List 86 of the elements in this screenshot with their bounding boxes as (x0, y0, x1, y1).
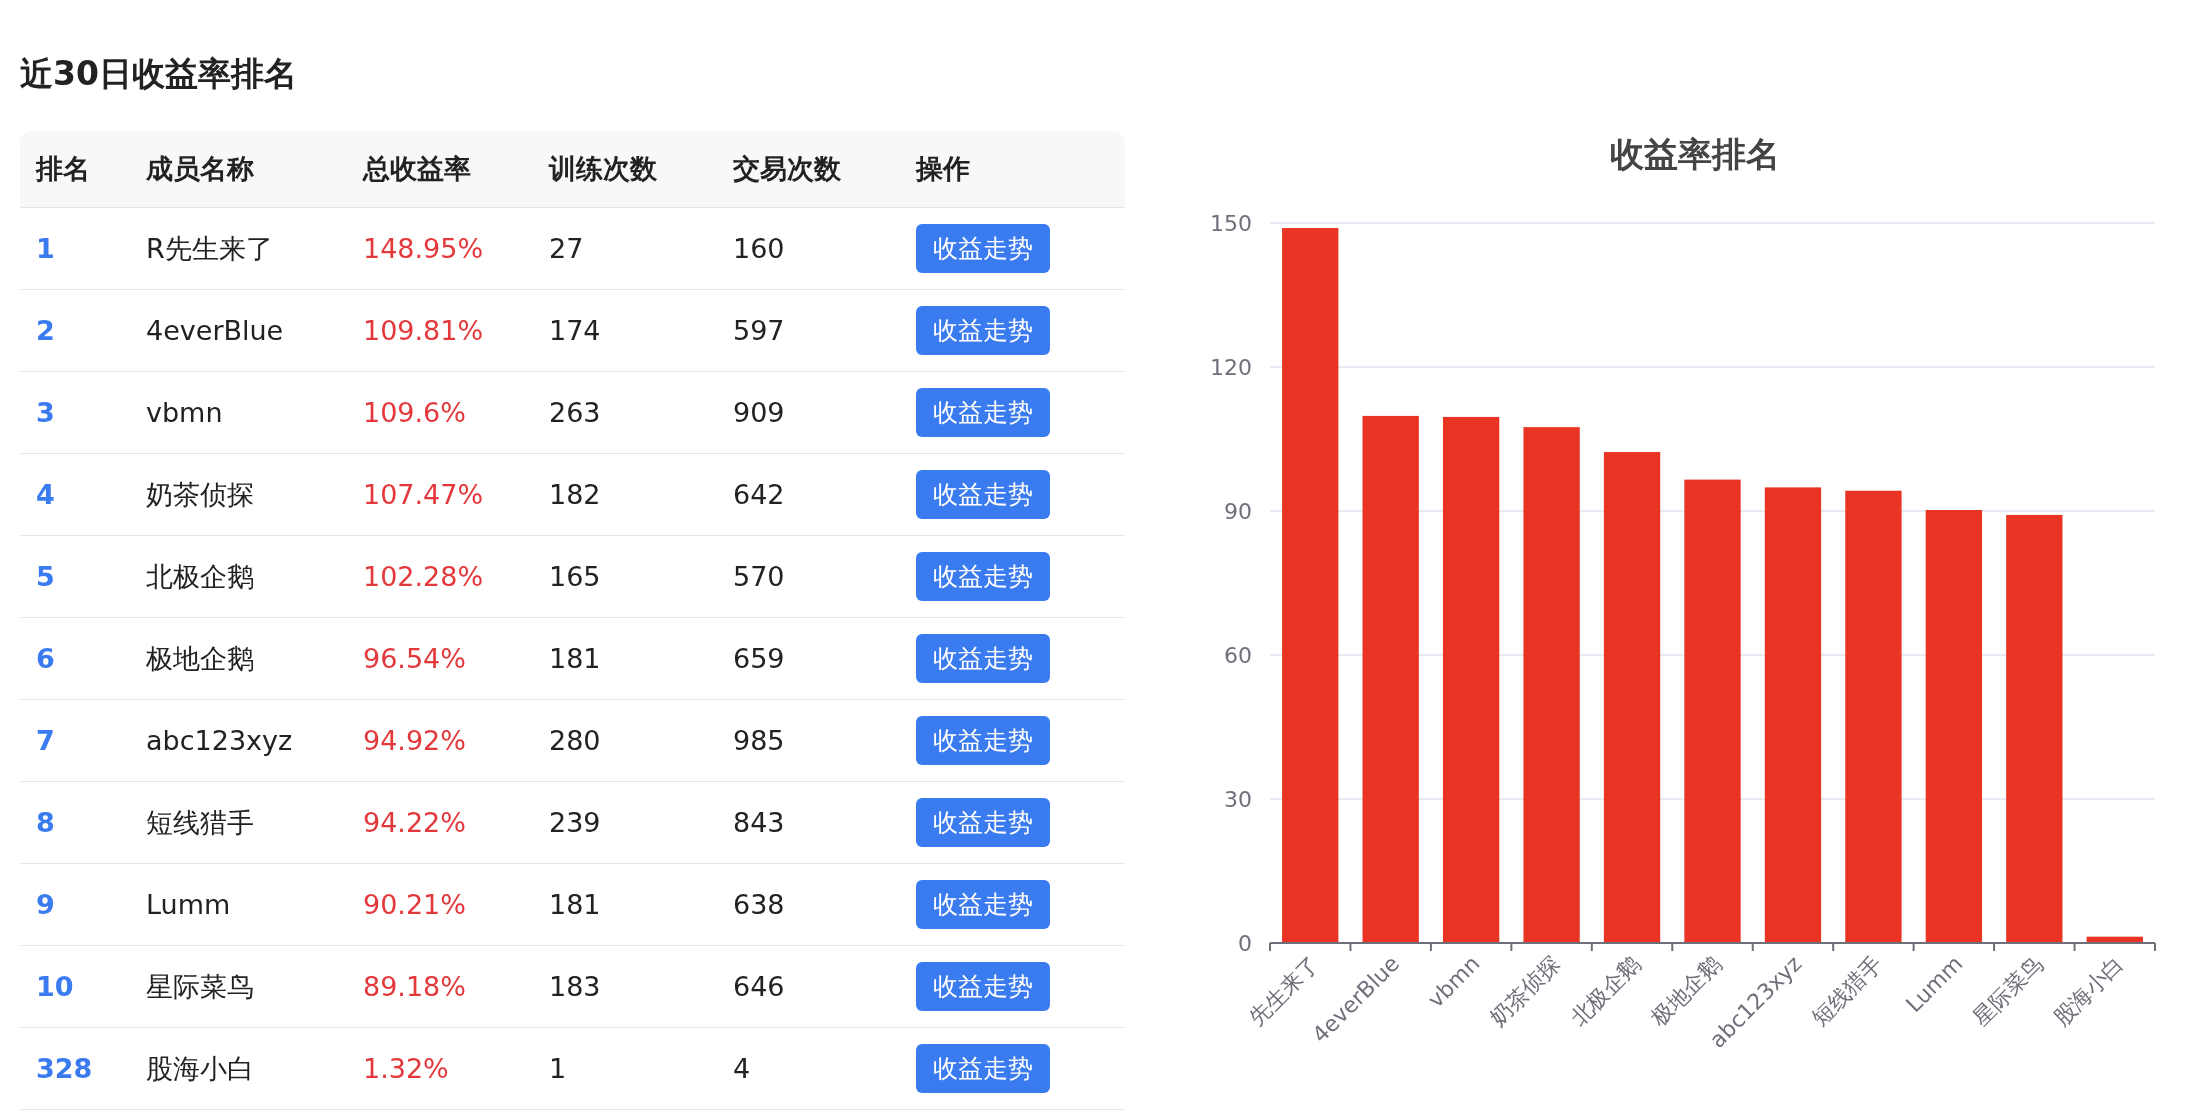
table-cell: 909 (717, 371, 900, 454)
table-cell: Lumm (130, 863, 347, 946)
axis-category-label: 奶茶侦探 (1485, 950, 1566, 1031)
table-cell: 160 (717, 207, 900, 290)
table-cell: 北极企鹅 (130, 535, 347, 618)
table-cell: 奶茶侦探 (130, 453, 347, 536)
rank-cell: 8 (20, 781, 130, 864)
trend-button[interactable]: 收益走势 (916, 962, 1050, 1011)
axis-category-label: 股海小白 (2048, 950, 2129, 1031)
rank-cell: 3 (20, 371, 130, 454)
axis-category-label: 星际菜鸟 (1967, 950, 2048, 1031)
return-cell: 94.92% (347, 699, 533, 782)
table-cell: 股海小白 (130, 1027, 347, 1110)
table-cell: R先生来了 (130, 207, 347, 290)
table-cell: 570 (717, 535, 900, 618)
table-cell: 638 (717, 863, 900, 946)
table-cell: 极地企鹅 (130, 617, 347, 700)
return-cell: 109.81% (347, 289, 533, 372)
bar (2086, 936, 2143, 943)
chart-title: 收益率排名 (1610, 133, 1780, 176)
return-cell: 102.28% (347, 535, 533, 618)
table-cell: 4everBlue (130, 289, 347, 372)
table-cell: vbmn (130, 371, 347, 454)
column-header: 操作 (900, 131, 1125, 208)
table-cell: 263 (533, 371, 717, 454)
trend-button[interactable]: 收益走势 (916, 1044, 1050, 1093)
table-cell: 174 (533, 289, 717, 372)
trend-button[interactable]: 收益走势 (916, 634, 1050, 683)
table-cell: 27 (533, 207, 717, 290)
table-cell: 短线猎手 (130, 781, 347, 864)
table-cell: 4 (717, 1027, 900, 1110)
return-cell: 89.18% (347, 945, 533, 1028)
table-cell: 239 (533, 781, 717, 864)
return-cell: 148.95% (347, 207, 533, 290)
table-cell: 181 (533, 617, 717, 700)
trend-button[interactable]: 收益走势 (916, 798, 1050, 847)
rank-cell: 7 (20, 699, 130, 782)
table-cell: 181 (533, 863, 717, 946)
table-cell: 183 (533, 945, 717, 1028)
return-cell: 107.47% (347, 453, 533, 536)
table-cell: abc123xyz (130, 699, 347, 782)
table-cell: 659 (717, 617, 900, 700)
return-cell: 90.21% (347, 863, 533, 946)
axis-tick-label: 120 (1210, 355, 1252, 380)
table-cell: 843 (717, 781, 900, 864)
column-header: 总收益率 (347, 131, 533, 208)
axis-tick-label: 0 (1238, 931, 1252, 956)
rank-cell: 9 (20, 863, 130, 946)
trend-button[interactable]: 收益走势 (916, 880, 1050, 929)
trend-button[interactable]: 收益走势 (916, 388, 1050, 437)
rank-cell: 1 (20, 207, 130, 290)
table-cell: 1 (533, 1027, 717, 1110)
rank-cell: 328 (20, 1027, 130, 1110)
axis-category-label: 北极企鹅 (1565, 950, 1646, 1031)
axis-tick-label: 150 (1210, 211, 1252, 236)
trend-button[interactable]: 收益走势 (916, 552, 1050, 601)
trend-button[interactable]: 收益走势 (916, 716, 1050, 765)
table-cell: 646 (717, 945, 900, 1028)
axis-category-label: 短线猎手 (1807, 950, 1887, 1031)
rank-cell: 6 (20, 617, 130, 700)
rank-cell: 10 (20, 945, 130, 1028)
return-cell: 109.6% (347, 371, 533, 454)
rank-cell: 2 (20, 289, 130, 372)
table-cell: 星际菜鸟 (130, 945, 347, 1028)
table-cell: 597 (717, 289, 900, 372)
trend-button[interactable]: 收益走势 (916, 470, 1050, 519)
column-header: 交易次数 (717, 131, 900, 208)
rank-cell: 4 (20, 453, 130, 536)
table-cell: 182 (533, 453, 717, 536)
column-header: 排名 (20, 131, 130, 208)
axis-tick-label: 60 (1224, 643, 1252, 668)
column-header: 训练次数 (533, 131, 717, 208)
trend-button[interactable]: 收益走势 (916, 306, 1050, 355)
table-cell: 165 (533, 535, 717, 618)
trend-button[interactable]: 收益走势 (916, 224, 1050, 273)
return-cell: 1.32% (347, 1027, 533, 1110)
axis-tick-label: 90 (1224, 499, 1252, 524)
rank-cell: 5 (20, 535, 130, 618)
column-header: 成员名称 (130, 131, 347, 208)
table-cell: 985 (717, 699, 900, 782)
axis-tick-label: 30 (1224, 787, 1252, 812)
return-cell: 94.22% (347, 781, 533, 864)
page-title: 近30日收益率排名 (20, 53, 298, 95)
return-cell: 96.54% (347, 617, 533, 700)
table-cell: 642 (717, 453, 900, 536)
table-cell: 280 (533, 699, 717, 782)
